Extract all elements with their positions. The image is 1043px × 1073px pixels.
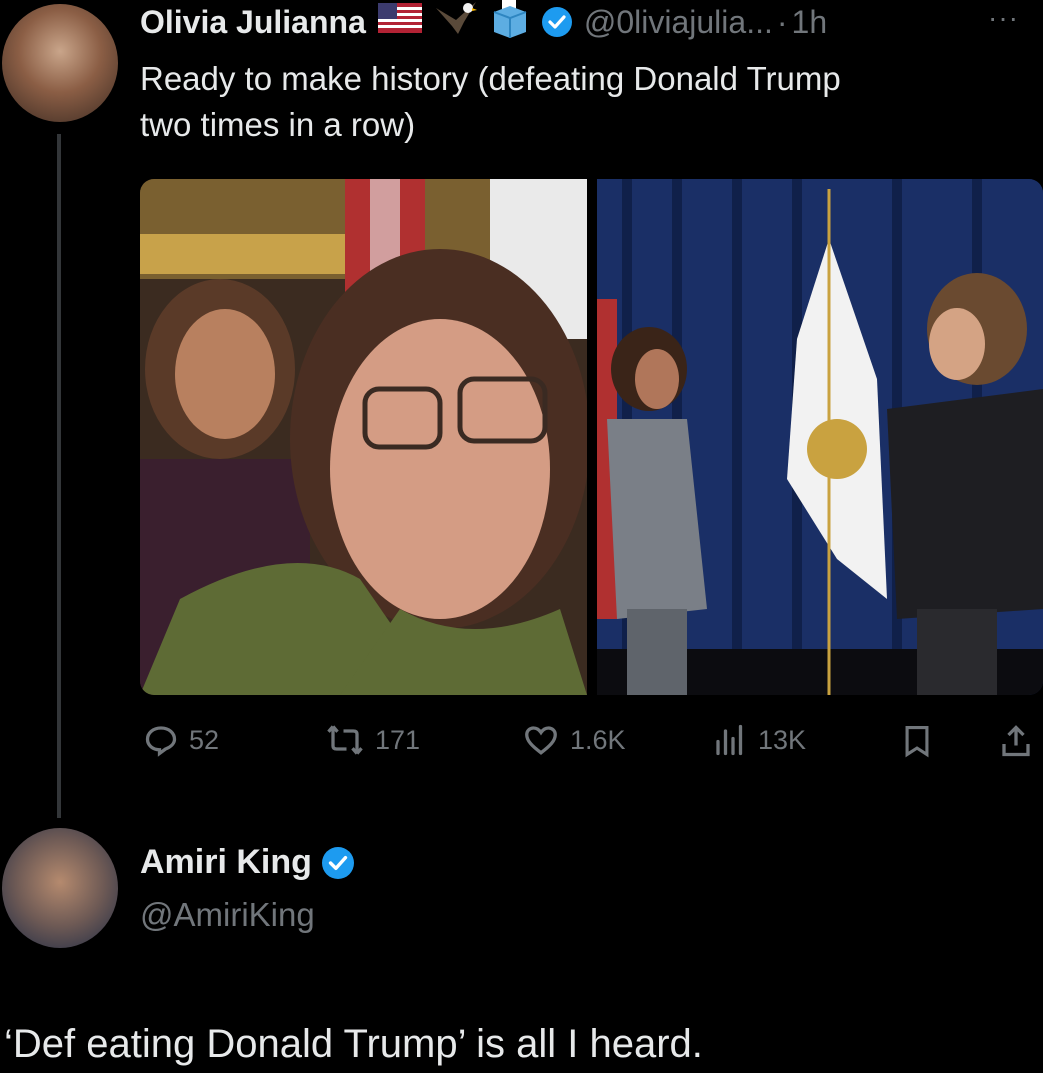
author-name[interactable]: Olivia Julianna — [140, 4, 366, 41]
like-icon — [525, 726, 557, 755]
tweet-text-line-1: Ready to make history (defeating Donald … — [140, 60, 841, 97]
like-button[interactable]: 1.6K — [522, 722, 626, 758]
retweet-count: 171 — [375, 724, 421, 755]
eagle-icon — [434, 0, 478, 46]
ballot-box-icon — [490, 0, 530, 46]
reply-count: 52 — [189, 724, 220, 755]
share-button[interactable] — [998, 722, 1034, 760]
selfie-photo[interactable] — [140, 179, 587, 695]
us-flag-icon — [377, 3, 422, 41]
meeting-photo[interactable] — [597, 179, 1043, 695]
author-handle[interactable]: @0liviajulia... — [584, 4, 773, 41]
tweet-time[interactable]: 1h — [792, 4, 828, 41]
views-button[interactable]: 13K — [712, 722, 806, 758]
author-avatar[interactable] — [2, 4, 118, 122]
reply-author-handle[interactable]: @AmiriKing — [140, 896, 315, 934]
separator-dot: · — [776, 3, 788, 40]
retweet-icon — [327, 725, 363, 755]
tweet-text-line-2: two times in a row) — [140, 106, 416, 143]
bookmark-button[interactable] — [900, 722, 934, 760]
reply-icon — [145, 726, 177, 757]
reply-header: Amiri King — [140, 843, 354, 882]
views-count: 13K — [758, 724, 807, 755]
share-icon — [1002, 725, 1030, 757]
reply-author-name[interactable]: Amiri King — [140, 843, 312, 882]
more-options-button[interactable]: ··· — [988, 2, 1019, 34]
tweet-header: Olivia Julianna @0liviajulia... · 1h — [140, 0, 1040, 44]
tweet-text: Ready to make history (defeating Donald … — [140, 56, 1030, 148]
reply-author-avatar[interactable] — [2, 828, 118, 948]
verified-badge-icon — [541, 7, 572, 37]
thread-connector-line — [57, 134, 61, 818]
reply-text: ‘Def eating Donald Trump’ is all I heard… — [4, 1022, 703, 1066]
like-count: 1.6K — [570, 724, 626, 755]
views-icon — [716, 724, 743, 756]
retweet-button[interactable]: 171 — [325, 722, 420, 758]
bookmark-icon — [905, 725, 929, 758]
reply-button[interactable]: 52 — [143, 722, 219, 758]
reply-verified-badge-icon — [321, 846, 354, 879]
